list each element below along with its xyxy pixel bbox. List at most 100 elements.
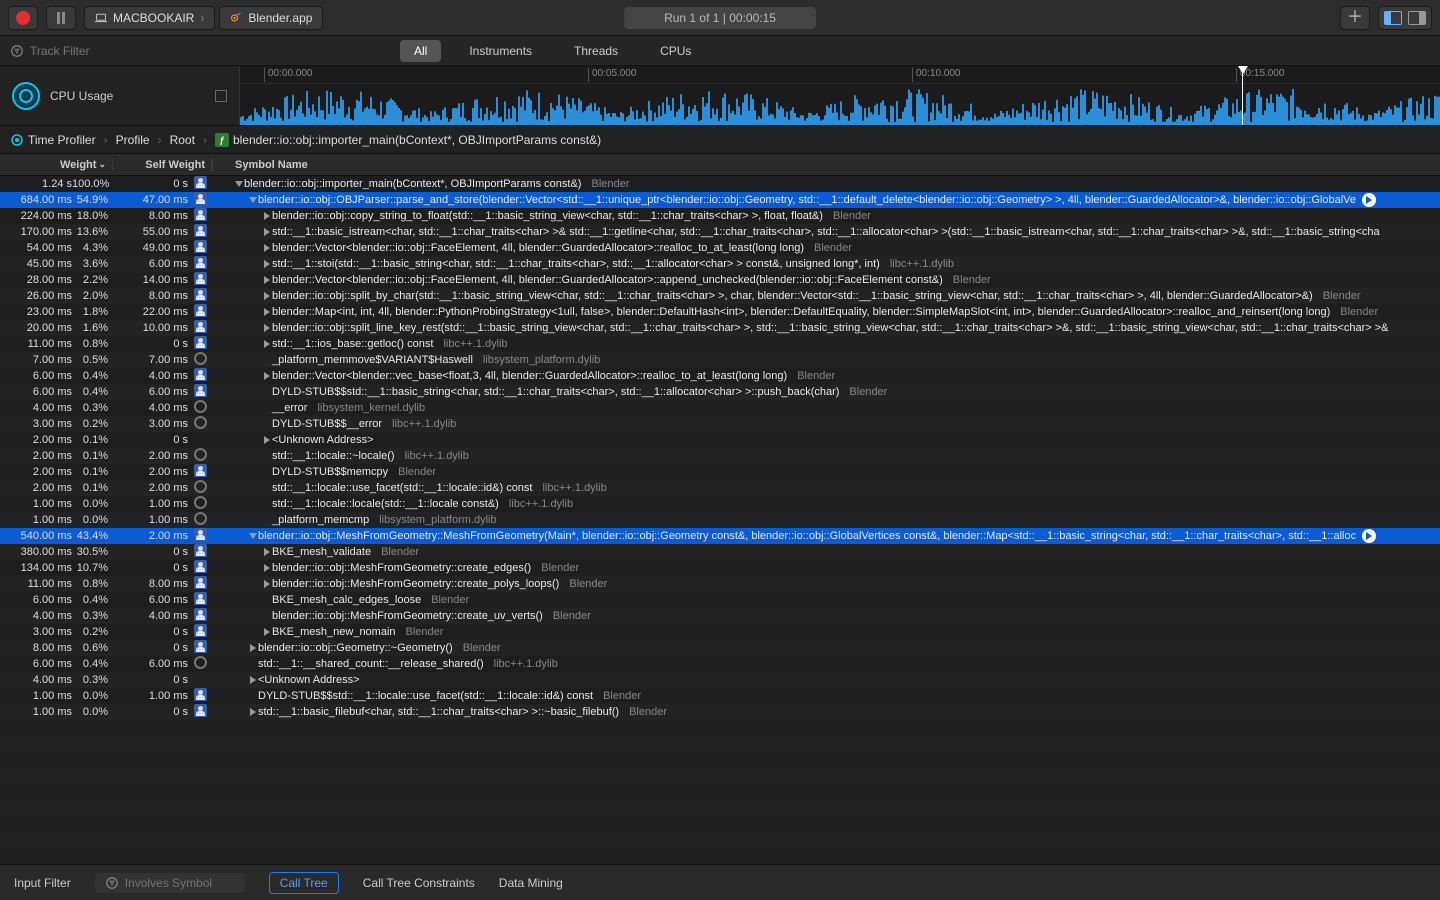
tree-row[interactable]: 23.00 ms1.8%22.00 msblender::Map<int, in…: [0, 304, 1440, 320]
tab-cpus[interactable]: CPUs: [646, 40, 705, 62]
view-toggle[interactable]: [1378, 6, 1432, 30]
disclosure-icon[interactable]: [235, 181, 243, 187]
track-header[interactable]: CPU Usage: [0, 66, 240, 125]
disclosure-icon[interactable]: [264, 244, 270, 252]
tree-row[interactable]: 4.00 ms0.3%0 s<Unknown Address>: [0, 672, 1440, 688]
disclosure-icon[interactable]: [264, 212, 270, 220]
pause-button[interactable]: [46, 6, 76, 30]
tree-row[interactable]: 1.00 ms0.0%1.00 ms_platform_memcmplibsys…: [0, 512, 1440, 528]
constraints-button[interactable]: Call Tree Constraints: [363, 876, 475, 890]
data-mining-button[interactable]: Data Mining: [499, 876, 563, 890]
disclosure-icon[interactable]: [264, 548, 270, 556]
bc-profile[interactable]: Profile: [112, 133, 154, 147]
tree-row[interactable]: 28.00 ms2.2%14.00 msblender::Vector<blen…: [0, 272, 1440, 288]
tree-row[interactable]: 1.00 ms0.0%0 sstd::__1::basic_filebuf<ch…: [0, 704, 1440, 720]
tree-row[interactable]: 170.00 ms13.6%55.00 msstd::__1::basic_is…: [0, 224, 1440, 240]
disclosure-icon[interactable]: [264, 580, 270, 588]
track-filter-input[interactable]: [30, 44, 330, 58]
tree-row[interactable]: 2.00 ms0.1%2.00 msstd::__1::locale::~loc…: [0, 448, 1440, 464]
tree-row[interactable]: 134.00 ms10.7%0 sblender::io::obj::MeshF…: [0, 560, 1440, 576]
disclosure-icon[interactable]: [264, 324, 270, 332]
tree-row[interactable]: 4.00 ms0.3%4.00 ms__errorlibsystem_kerne…: [0, 400, 1440, 416]
bc-function[interactable]: ƒ blender::io::obj::importer_main(bConte…: [211, 133, 605, 147]
tree-row[interactable]: 20.00 ms1.6%10.00 msblender::io::obj::sp…: [0, 320, 1440, 336]
symbol-filter[interactable]: [95, 873, 245, 893]
tree-row[interactable]: 4.00 ms0.3%4.00 msblender::io::obj::Mesh…: [0, 608, 1440, 624]
bc-time-profiler[interactable]: Time Profiler: [6, 133, 100, 147]
tree-row[interactable]: 1.00 ms0.0%1.00 msstd::__1::locale::loca…: [0, 496, 1440, 512]
tree-row[interactable]: 2.00 ms0.1%2.00 msstd::__1::locale::use_…: [0, 480, 1440, 496]
cpu-usage-icon: [12, 82, 40, 110]
disclosure-icon[interactable]: [250, 708, 256, 716]
disclosure-icon[interactable]: [249, 197, 257, 203]
tab-instruments[interactable]: Instruments: [455, 40, 546, 62]
col-symbol[interactable]: Symbol Name: [212, 159, 308, 171]
tree-row[interactable]: 7.00 ms0.5%7.00 ms_platform_memmove$VARI…: [0, 352, 1440, 368]
tree-row[interactable]: 3.00 ms0.2%3.00 msDYLD-STUB$$__errorlibc…: [0, 416, 1440, 432]
time-ruler[interactable]: 00:00.00000:05.00000:10.00000:15.000: [240, 66, 1440, 84]
timeline-body[interactable]: 00:00.00000:05.00000:10.00000:15.000: [240, 66, 1440, 125]
library-text: Blender: [541, 562, 579, 574]
col-self-weight[interactable]: Self Weight: [112, 159, 212, 171]
disclosure-icon[interactable]: [250, 676, 256, 684]
tree-row[interactable]: 45.00 ms3.6%6.00 msstd::__1::stoi(std::_…: [0, 256, 1440, 272]
add-button[interactable]: ＋: [1340, 6, 1370, 30]
disclosure-icon[interactable]: [264, 372, 270, 380]
tree-row[interactable]: 684.00 ms54.9%47.00 msblender::io::obj::…: [0, 192, 1440, 208]
tab-all[interactable]: All: [400, 40, 441, 62]
track-filter[interactable]: [0, 44, 400, 58]
disclosure-icon[interactable]: [264, 292, 270, 300]
tree-row[interactable]: 2.00 ms0.1%0 s<Unknown Address>: [0, 432, 1440, 448]
focus-arrow-icon[interactable]: [1362, 529, 1376, 543]
tree-row[interactable]: 11.00 ms0.8%0 sstd::__1::ios_base::getlo…: [0, 336, 1440, 352]
library-text: libc++.1.dylib: [542, 482, 606, 494]
disclosure-icon[interactable]: [264, 628, 270, 636]
tree-row[interactable]: 8.00 ms0.6%0 sblender::io::obj::Geometry…: [0, 640, 1440, 656]
call-tree-button[interactable]: Call Tree: [269, 872, 339, 894]
library-text: Blender: [553, 610, 591, 622]
bc-root[interactable]: Root: [166, 133, 199, 147]
device-crumb[interactable]: MACBOOKAIR ›: [84, 6, 215, 30]
playhead[interactable]: [1242, 66, 1243, 125]
tree-row[interactable]: 3.00 ms0.2%0 sBKE_mesh_new_nomainBlender: [0, 624, 1440, 640]
disclosure-icon[interactable]: [264, 308, 270, 316]
disclosure-icon[interactable]: [264, 564, 270, 572]
disclosure-icon[interactable]: [249, 533, 257, 539]
tree-row[interactable]: 540.00 ms43.4%2.00 msblender::io::obj::M…: [0, 528, 1440, 544]
column-headers: Weight⌄ Self Weight Symbol Name: [0, 154, 1440, 176]
symbol-filter-input[interactable]: [125, 876, 235, 890]
focus-arrow-icon[interactable]: [1362, 193, 1376, 207]
weight-cell: 1.00 ms: [0, 690, 72, 702]
expand-toggle[interactable]: [215, 90, 227, 102]
tree-row[interactable]: 54.00 ms4.3%49.00 msblender::Vector<blen…: [0, 240, 1440, 256]
tree-row[interactable]: 1.24 s100.0%0 sblender::io::obj::importe…: [0, 176, 1440, 192]
disclosure-icon[interactable]: [264, 276, 270, 284]
app-crumb[interactable]: Blender.app: [219, 6, 323, 30]
annotation-cell: [188, 544, 212, 560]
run-status[interactable]: Run 1 of 1 | 00:00:15: [624, 7, 816, 29]
library-text: Blender: [1340, 306, 1378, 318]
tree-row[interactable]: 6.00 ms0.4%4.00 msblender::Vector<blende…: [0, 368, 1440, 384]
record-button[interactable]: [8, 6, 38, 30]
tree-row[interactable]: 6.00 ms0.4%6.00 msDYLD-STUB$$std::__1::b…: [0, 384, 1440, 400]
tree-row[interactable]: 6.00 ms0.4%6.00 msBKE_mesh_calc_edges_lo…: [0, 592, 1440, 608]
symbol-cell: blender::Vector<blender::vec_base<float,…: [228, 370, 1440, 382]
tree-row[interactable]: 1.00 ms0.0%1.00 msDYLD-STUB$$std::__1::l…: [0, 688, 1440, 704]
disclosure-icon[interactable]: [264, 260, 270, 268]
disclosure-icon[interactable]: [250, 644, 256, 652]
disclosure-icon[interactable]: [264, 228, 270, 236]
col-weight[interactable]: Weight⌄: [0, 159, 112, 171]
tree-row[interactable]: 2.00 ms0.1%2.00 msDYLD-STUB$$memcpyBlend…: [0, 464, 1440, 480]
tree-row[interactable]: 26.00 ms2.0%8.00 msblender::io::obj::spl…: [0, 288, 1440, 304]
tab-threads[interactable]: Threads: [560, 40, 632, 62]
call-tree[interactable]: 1.24 s100.0%0 sblender::io::obj::importe…: [0, 176, 1440, 864]
tree-row[interactable]: 11.00 ms0.8%8.00 msblender::io::obj::Mes…: [0, 576, 1440, 592]
disclosure-icon[interactable]: [264, 436, 270, 444]
user-code-icon: [194, 544, 207, 557]
tree-row[interactable]: 380.00 ms30.5%0 sBKE_mesh_validateBlende…: [0, 544, 1440, 560]
disclosure-icon[interactable]: [264, 340, 270, 348]
self-cell: 4.00 ms: [112, 402, 188, 414]
tree-row[interactable]: 224.00 ms18.0%8.00 msblender::io::obj::c…: [0, 208, 1440, 224]
symbol-text: _platform_memcmp: [272, 514, 369, 526]
tree-row[interactable]: 6.00 ms0.4%6.00 msstd::__1::__shared_cou…: [0, 656, 1440, 672]
